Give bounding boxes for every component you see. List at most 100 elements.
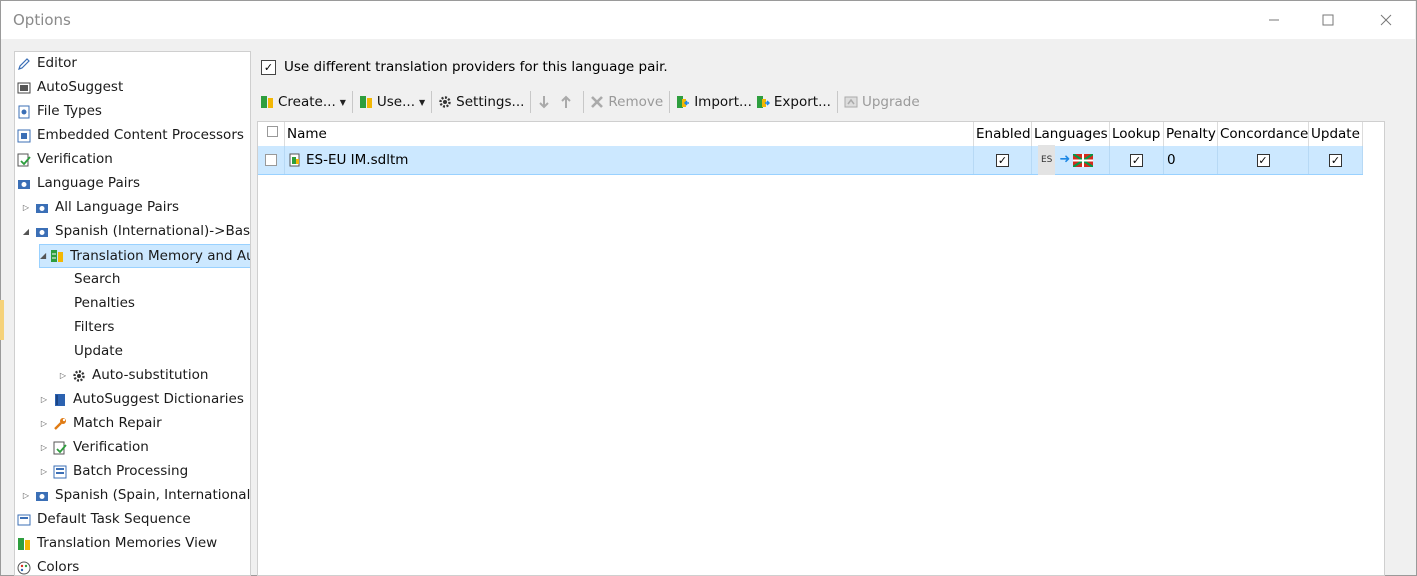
move-down-button[interactable] xyxy=(535,90,557,114)
export-button[interactable]: Export... xyxy=(754,90,833,114)
use-button[interactable]: Use... ▼ xyxy=(357,90,427,114)
maximize-icon xyxy=(1322,14,1334,26)
source-language-badge: ES xyxy=(1038,145,1056,175)
pencil-icon xyxy=(18,57,30,70)
tree-item-search[interactable]: Search xyxy=(74,268,120,291)
expand-arrow-icon[interactable]: ▷ xyxy=(21,203,31,213)
tree-item-all-language-pairs[interactable]: ▷ All Language Pairs xyxy=(21,196,179,219)
row-enabled-cell: ✓ xyxy=(974,146,1032,174)
select-all-checkbox[interactable] xyxy=(267,126,278,137)
tree-item-default-task-sequence[interactable]: Default Task Sequence xyxy=(17,508,191,531)
row-select-cell xyxy=(258,146,285,174)
tree-item-spanish-basque[interactable]: ◢ Spanish (International)->Basqu xyxy=(21,220,251,243)
column-header-concordance[interactable]: Concordance xyxy=(1218,122,1309,146)
basque-flag-icon xyxy=(1073,153,1094,167)
column-header-languages[interactable]: Languages xyxy=(1032,122,1110,146)
enabled-checkbox[interactable]: ✓ xyxy=(996,153,1009,167)
tree-item-translation-memory[interactable]: ◢ Translation Memory and Au xyxy=(39,244,250,268)
move-up-button[interactable] xyxy=(557,90,579,114)
column-header-penalty[interactable]: Penalty xyxy=(1164,122,1218,146)
tree-item-penalties[interactable]: Penalties xyxy=(74,292,135,315)
wrench-icon xyxy=(54,417,66,430)
table-row[interactable]: ES-EU IM.sdltm ✓ ES ➜ ✓ 0 ✓ ✓ xyxy=(258,145,1363,175)
tree-item-batch-processing[interactable]: ▷ Batch Processing xyxy=(39,460,188,483)
tree-item-verification[interactable]: Verification xyxy=(17,148,113,171)
expand-arrow-icon[interactable]: ▷ xyxy=(21,491,31,501)
tree-item-translation-memories-view[interactable]: Translation Memories View xyxy=(17,532,217,555)
tree-item-label: Verification xyxy=(73,439,149,455)
settings-label: Settings... xyxy=(456,94,525,110)
language-pairs-icon xyxy=(36,203,48,213)
upgrade-button[interactable]: Upgrade xyxy=(842,90,922,114)
remove-button[interactable]: Remove xyxy=(588,90,665,114)
tree-item-embedded-content[interactable]: Embedded Content Processors xyxy=(17,124,244,147)
collapse-arrow-icon[interactable]: ◢ xyxy=(40,251,46,261)
close-button[interactable] xyxy=(1363,1,1409,39)
create-button[interactable]: Create... ▼ xyxy=(258,90,348,114)
upgrade-icon xyxy=(844,96,858,108)
tree-item-auto-substitution[interactable]: ▷ Auto-substitution xyxy=(58,364,209,387)
expand-arrow-icon[interactable]: ▷ xyxy=(58,371,68,381)
translation-providers-panel: ✓ Use different translation providers fo… xyxy=(252,51,1416,576)
tree-item-label: All Language Pairs xyxy=(55,199,180,215)
row-penalty-cell[interactable]: 0 xyxy=(1164,146,1218,174)
update-checkbox[interactable]: ✓ xyxy=(1329,153,1342,167)
upgrade-label: Upgrade xyxy=(861,94,920,110)
expand-arrow-icon[interactable]: ▷ xyxy=(39,443,49,453)
row-select-checkbox[interactable] xyxy=(265,154,277,166)
collapse-arrow-icon[interactable]: ◢ xyxy=(21,227,31,237)
options-tree[interactable]: Editor AutoSuggest File Types Embedded C… xyxy=(14,51,251,576)
tree-item-label: Verification xyxy=(37,151,113,167)
tree-item-label: Auto-substitution xyxy=(92,367,209,383)
settings-button[interactable]: Settings... xyxy=(436,90,526,114)
gear-icon xyxy=(73,369,85,382)
toolbar-separator xyxy=(431,91,433,113)
column-header-enabled[interactable]: Enabled xyxy=(974,122,1032,146)
minimize-button[interactable] xyxy=(1251,1,1297,39)
tree-item-label: Translation Memories View xyxy=(37,535,218,551)
tree-item-autosuggest[interactable]: AutoSuggest xyxy=(17,76,123,99)
tree-item-colors[interactable]: Colors xyxy=(17,556,80,575)
dropdown-arrow-icon[interactable]: ▼ xyxy=(419,98,425,107)
tree-item-filters[interactable]: Filters xyxy=(74,316,114,339)
tree-item-editor[interactable]: Editor xyxy=(17,52,77,75)
column-header-lookup[interactable]: Lookup xyxy=(1110,122,1164,146)
import-button[interactable]: Import... xyxy=(674,90,754,114)
tree-item-label: Editor xyxy=(37,55,77,71)
dropdown-arrow-icon[interactable]: ▼ xyxy=(340,98,346,107)
maximize-button[interactable] xyxy=(1305,1,1351,39)
concordance-checkbox[interactable]: ✓ xyxy=(1256,153,1270,167)
title-bar: Options xyxy=(1,1,1415,39)
tree-item-label: Spanish (International)->Basqu xyxy=(55,223,251,239)
tree-item-file-types[interactable]: File Types xyxy=(17,100,102,123)
use-different-providers-checkbox[interactable]: ✓ xyxy=(261,59,276,75)
expand-arrow-icon[interactable]: ▷ xyxy=(39,395,49,405)
tree-item-label: Colors xyxy=(37,559,80,575)
tree-item-label: Match Repair xyxy=(73,415,162,431)
providers-toolbar: Create... ▼ Use... ▼ Settings... Remove xyxy=(258,89,1408,115)
tree-item-label: Default Task Sequence xyxy=(37,511,191,527)
toolbar-separator xyxy=(530,91,532,113)
expand-arrow-icon[interactable]: ▷ xyxy=(39,467,49,477)
remove-icon xyxy=(591,96,604,108)
tree-item-autosuggest-dictionaries[interactable]: ▷ AutoSuggest Dictionaries xyxy=(39,388,244,411)
toolbar-separator xyxy=(583,91,585,113)
tree-item-update[interactable]: Update xyxy=(74,340,123,363)
tree-item-verification-sub[interactable]: ▷ Verification xyxy=(39,436,149,459)
tree-item-label: Penalties xyxy=(74,295,135,311)
export-label: Export... xyxy=(773,94,831,110)
row-name-cell: ES-EU IM.sdltm xyxy=(285,146,974,174)
window-edge-highlight xyxy=(0,300,4,340)
column-header-update[interactable]: Update xyxy=(1309,122,1363,146)
use-different-providers-option[interactable]: ✓ Use different translation providers fo… xyxy=(261,59,668,75)
expand-arrow-icon[interactable]: ▷ xyxy=(39,419,49,429)
tree-item-spanish-spain[interactable]: ▷ Spanish (Spain, International S xyxy=(21,484,250,507)
use-label: Use... xyxy=(376,94,415,110)
tree-item-match-repair[interactable]: ▷ Match Repair xyxy=(39,412,162,435)
column-header-name[interactable]: Name xyxy=(285,122,974,146)
dictionary-icon xyxy=(55,393,65,406)
lookup-checkbox[interactable]: ✓ xyxy=(1130,153,1143,167)
tree-item-language-pairs[interactable]: Language Pairs xyxy=(17,172,140,195)
tree-item-label: Language Pairs xyxy=(37,175,141,191)
language-pairs-icon xyxy=(18,179,30,189)
